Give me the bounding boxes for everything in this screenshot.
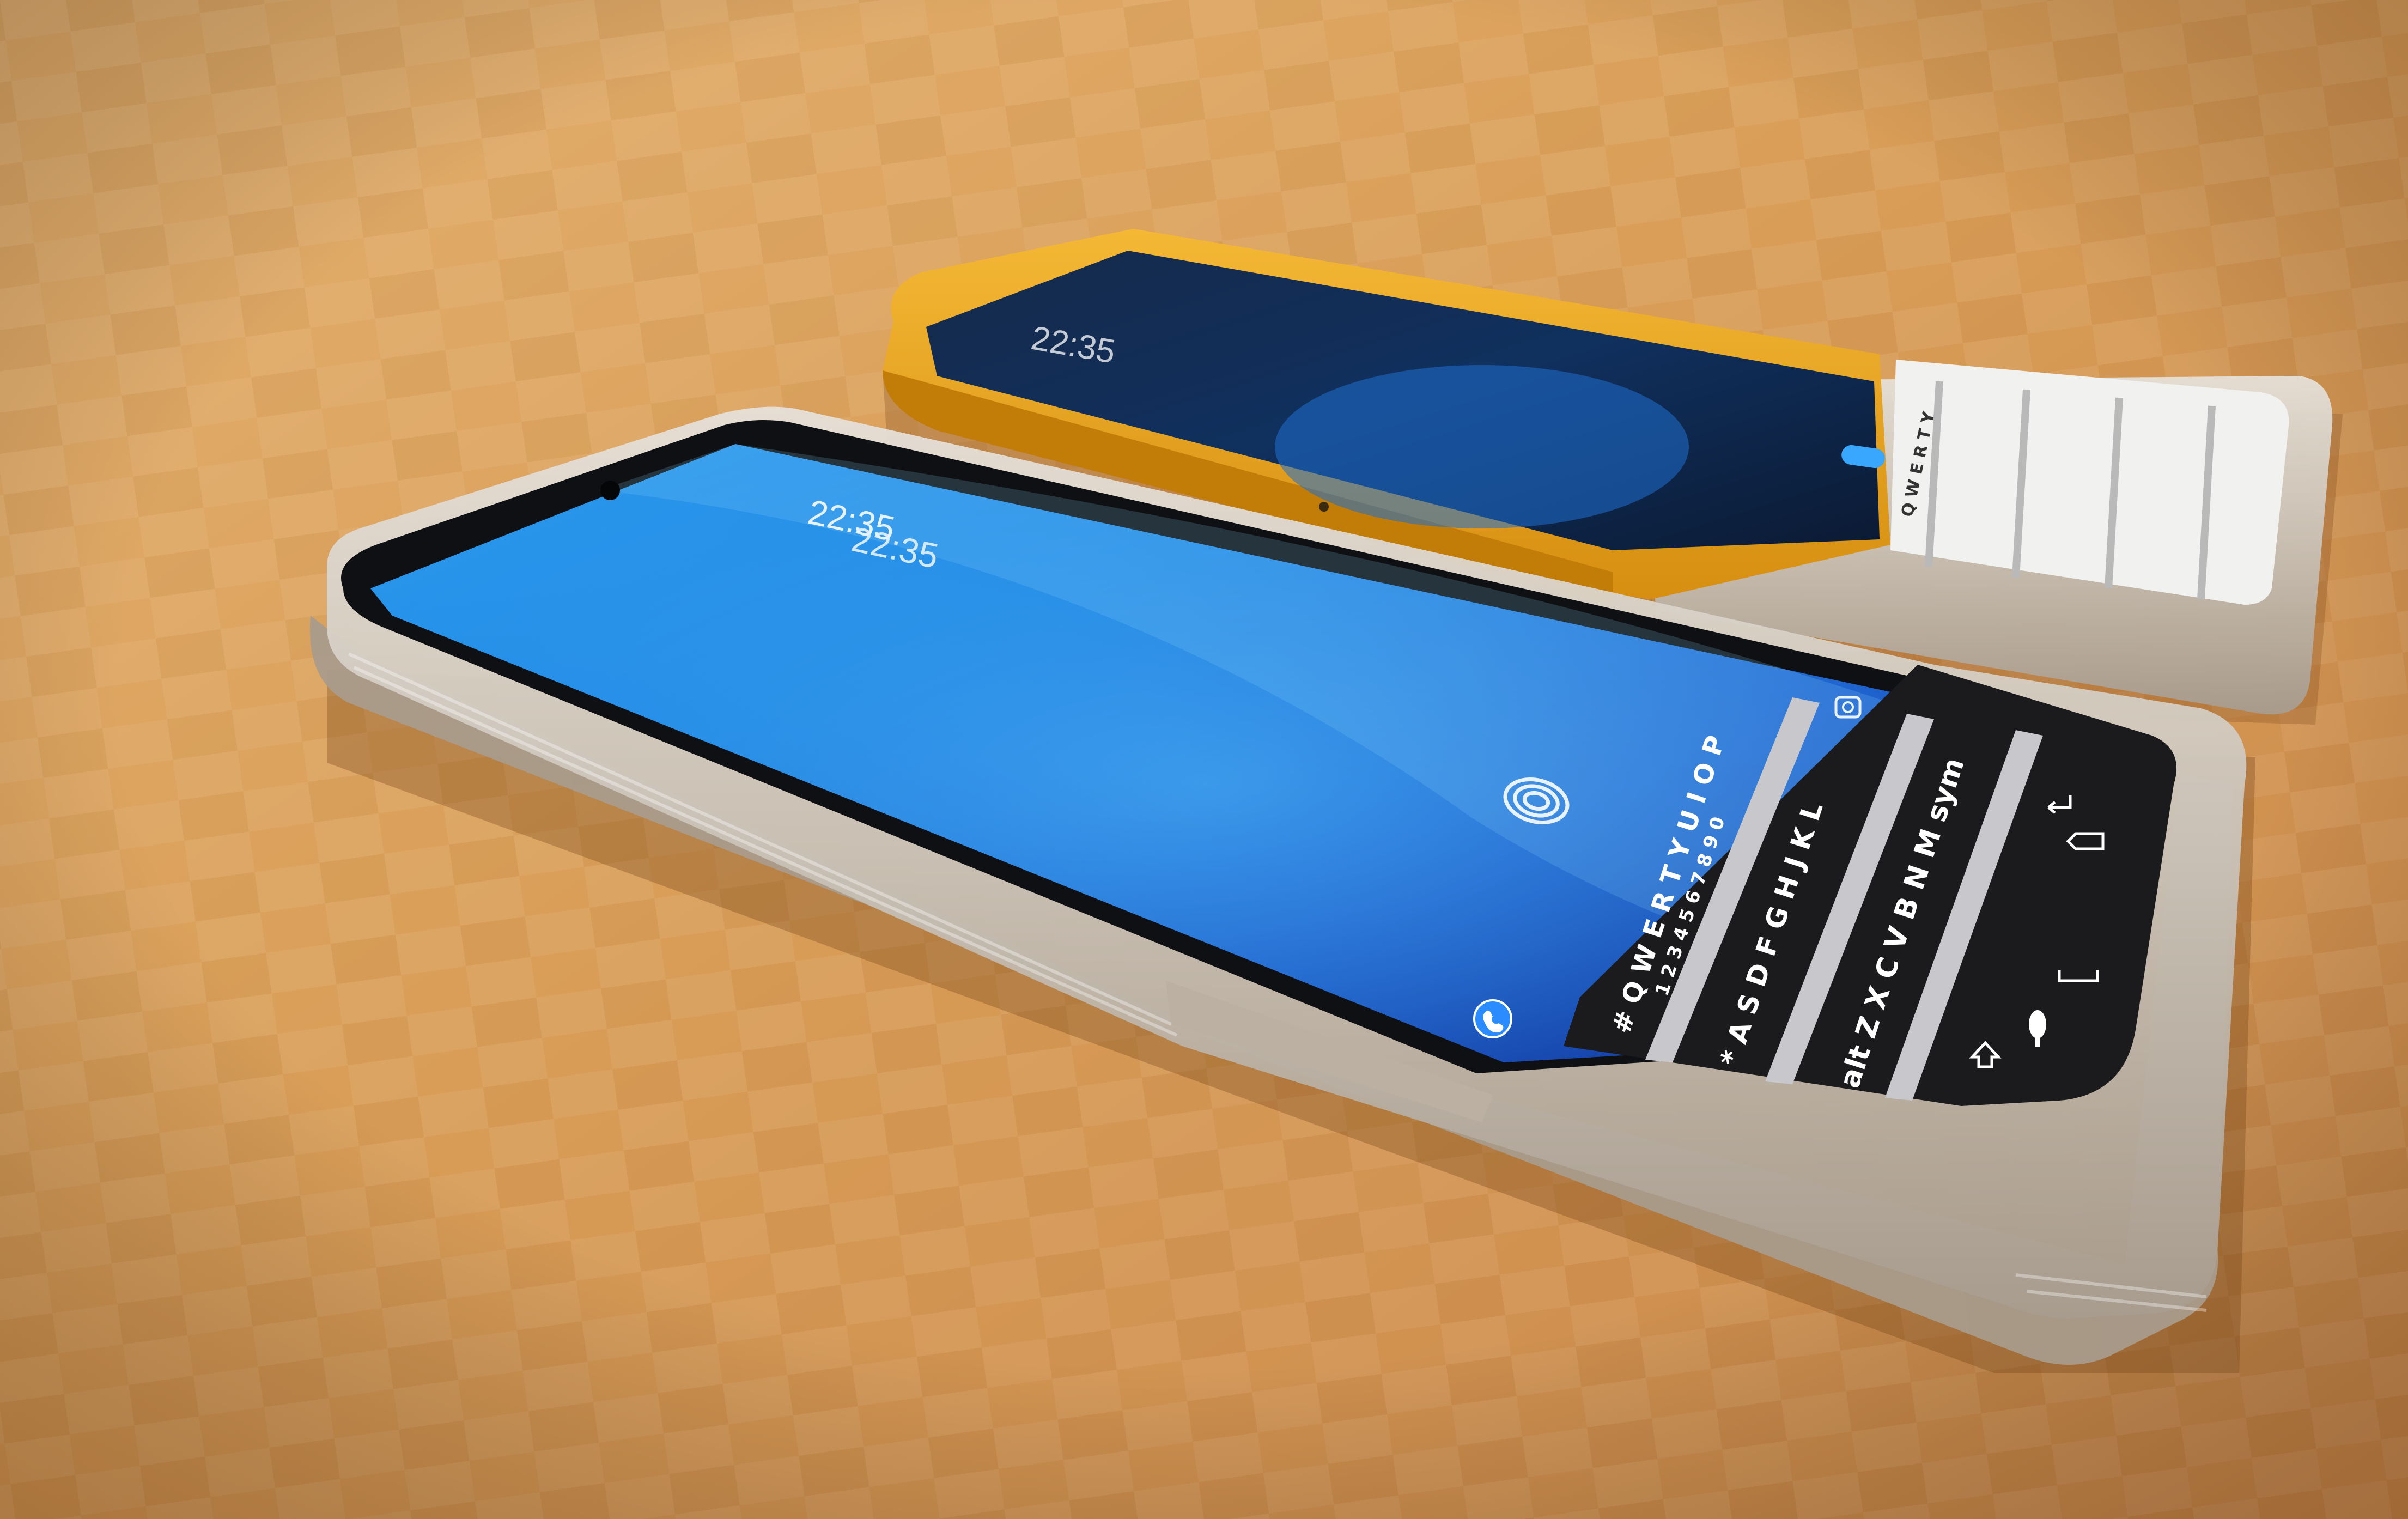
back-phone-mic-hole xyxy=(1319,502,1329,512)
photo-scene: 22:35 Q W E R T Y 22:35 22:35 # Q W E R … xyxy=(0,0,2408,1519)
back-phone-wallpaper-blob xyxy=(1275,365,1689,528)
phone-icon[interactable] xyxy=(1473,999,1512,1038)
front-camera-hole xyxy=(600,481,620,500)
